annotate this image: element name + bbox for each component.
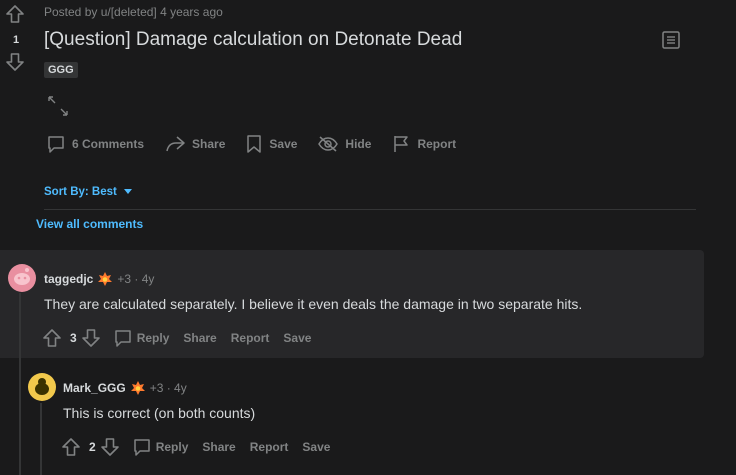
- comment-downvote-button[interactable]: [81, 328, 105, 348]
- avatar-snoo-icon: [14, 268, 30, 285]
- post-downvote-button[interactable]: [5, 52, 25, 72]
- hide-icon: [318, 136, 339, 152]
- upvote-icon: [43, 329, 61, 347]
- expand-icon: [48, 96, 68, 116]
- share-icon: [166, 136, 185, 152]
- post-upvote-button[interactable]: [5, 4, 25, 24]
- avatar[interactable]: [8, 264, 36, 292]
- reply-button[interactable]: Reply: [132, 437, 189, 457]
- award-icon: [98, 272, 113, 286]
- share-button[interactable]: Share: [183, 331, 216, 345]
- comments-button[interactable]: 6 Comments: [46, 134, 144, 154]
- share-label: Share: [192, 137, 226, 151]
- save-icon: [247, 135, 262, 153]
- downvote-icon: [100, 438, 119, 456]
- sort-label: Sort By: Best: [44, 186, 117, 198]
- avatar[interactable]: [28, 373, 56, 401]
- comment-body: They are calculated separately. I believ…: [44, 296, 583, 312]
- comment-action-bar: 3 Reply Share Report Save: [42, 328, 325, 348]
- comment-score: 2: [89, 440, 96, 454]
- share-button[interactable]: Share: [164, 134, 225, 154]
- comment-header: taggedjc +3 · 4y: [44, 271, 154, 287]
- comment-icon: [133, 439, 150, 456]
- upvote-icon: [62, 438, 80, 456]
- report-icon: [394, 136, 409, 152]
- comment-upvote-button[interactable]: [61, 437, 85, 457]
- divider: [44, 209, 696, 210]
- comment-body: This is correct (on both counts): [63, 405, 256, 421]
- hide-button[interactable]: Hide: [317, 134, 371, 154]
- save-button[interactable]: Save: [302, 440, 330, 454]
- report-button[interactable]: Report: [391, 134, 456, 154]
- report-button[interactable]: Report: [250, 440, 289, 454]
- text-post-button[interactable]: [661, 30, 681, 50]
- reply-label: Reply: [155, 440, 189, 454]
- post-score: 1: [12, 34, 20, 46]
- comment-author[interactable]: taggedjc: [44, 272, 93, 286]
- thread-line[interactable]: [40, 403, 42, 475]
- award-icon: [130, 381, 145, 395]
- comment-upvote-button[interactable]: [42, 328, 66, 348]
- text-post-icon: [662, 31, 680, 49]
- comment-icon: [114, 330, 131, 347]
- comment-meta: +3 · 4y: [149, 381, 187, 395]
- expand-button[interactable]: [47, 95, 69, 117]
- comment-score: 3: [70, 331, 77, 345]
- save-button[interactable]: Save: [283, 331, 311, 345]
- reply-label: Reply: [136, 331, 170, 345]
- share-button[interactable]: Share: [202, 440, 235, 454]
- thread-line[interactable]: [19, 293, 21, 475]
- sort-dropdown[interactable]: Sort By: Best: [44, 186, 133, 198]
- post-meta: Posted by u/[deleted] 4 years ago: [44, 5, 223, 19]
- upvote-icon: [6, 5, 24, 23]
- reply-button[interactable]: Reply: [113, 328, 170, 348]
- comment-action-bar: 2 Reply Share Report Save: [61, 437, 344, 457]
- comment-header: Mark_GGG +3 · 4y: [63, 380, 187, 396]
- comments-label: 6 Comments: [72, 137, 145, 151]
- report-label: Report: [417, 137, 457, 151]
- post-title[interactable]: [Question] Damage calculation on Detonat…: [44, 29, 462, 51]
- hide-label: Hide: [345, 137, 372, 151]
- comment-meta: +3 · 4y: [117, 272, 155, 286]
- save-label: Save: [269, 137, 298, 151]
- comment-downvote-button[interactable]: [100, 437, 124, 457]
- view-all-comments-link[interactable]: View all comments: [36, 217, 143, 231]
- post-action-bar: 6 Comments Share Save Hide Report: [46, 132, 476, 156]
- post-flair[interactable]: GGG: [44, 62, 78, 78]
- comment-author[interactable]: Mark_GGG: [63, 381, 126, 395]
- comment-icon: [48, 136, 64, 153]
- downvote-icon: [6, 53, 24, 71]
- downvote-icon: [81, 329, 100, 347]
- report-button[interactable]: Report: [231, 331, 270, 345]
- save-button[interactable]: Save: [245, 134, 297, 154]
- avatar-snoo-icon: [35, 378, 49, 395]
- chevron-down-icon: [123, 189, 132, 194]
